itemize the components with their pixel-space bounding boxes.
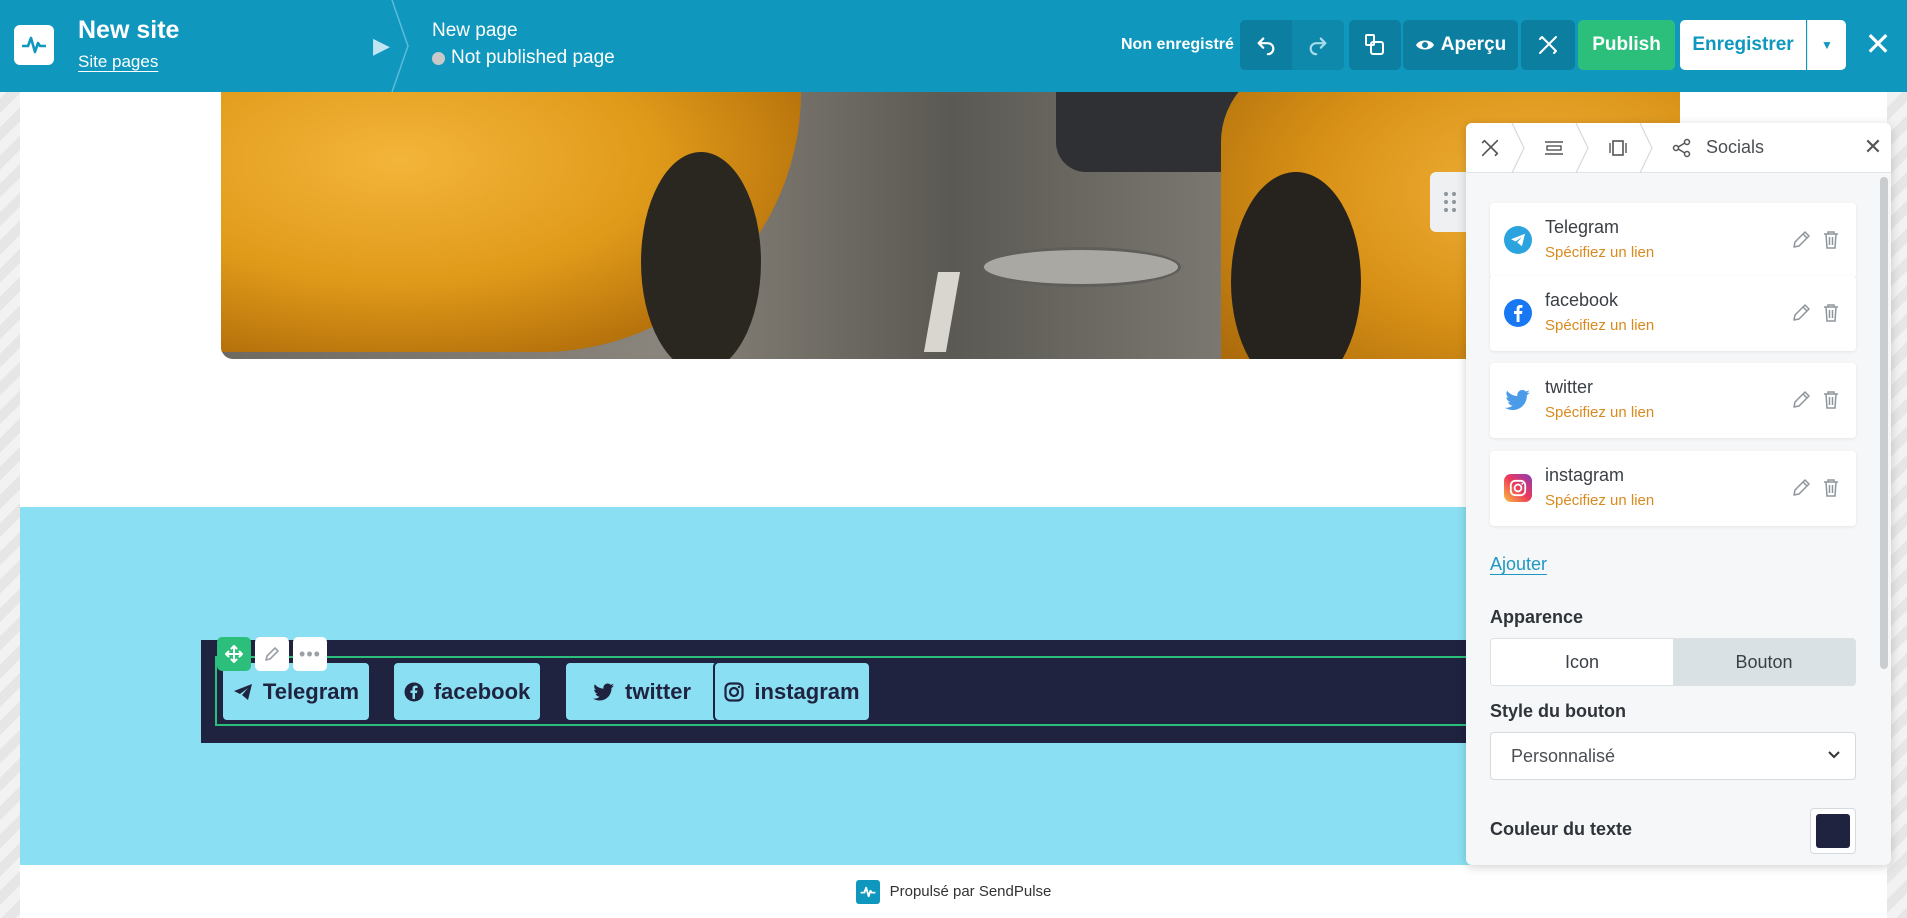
page-status: Not published page	[432, 47, 615, 69]
trash-icon[interactable]	[1820, 477, 1842, 499]
preview-button[interactable]: Aperçu	[1403, 20, 1518, 70]
social-button-facebook[interactable]: facebook	[392, 661, 542, 722]
social-button-twitter[interactable]: twitter	[564, 661, 720, 722]
telegram-icon	[1504, 226, 1532, 254]
social-item-name: Telegram	[1545, 217, 1620, 237]
redo-button[interactable]	[1292, 20, 1344, 70]
sendpulse-logo-icon[interactable]	[14, 25, 54, 65]
edit-icon[interactable]	[1790, 229, 1812, 251]
breadcrumb-divider	[391, 0, 409, 92]
eye-icon	[1415, 40, 1434, 50]
socials-settings-panel: Socials ✕ Telegram Spécifiez un lien fac…	[1466, 123, 1891, 865]
pencil-icon	[265, 647, 279, 661]
trash-icon[interactable]	[1820, 302, 1842, 324]
save-button[interactable]: Enregistrer	[1680, 20, 1806, 70]
edit-block-button[interactable]	[255, 637, 289, 671]
block-icon[interactable]	[1606, 136, 1630, 160]
trash-icon[interactable]	[1820, 229, 1842, 251]
social-item-link-hint: Spécifiez un lien	[1545, 492, 1655, 509]
social-item-link-hint: Spécifiez un lien	[1545, 244, 1655, 261]
move-block-button[interactable]	[217, 637, 251, 671]
section-icon[interactable]	[1542, 136, 1566, 160]
text-color-label: Couleur du texte	[1490, 819, 1633, 839]
move-icon	[225, 645, 243, 663]
button-style-select[interactable]: Personnalisé	[1490, 732, 1856, 780]
appearance-option-button[interactable]: Bouton	[1673, 639, 1855, 685]
top-bar: New site Site pages ▶ New page Not publi…	[0, 0, 1907, 92]
button-style-value: Personnalisé	[1511, 745, 1616, 766]
page-status-text: Not published page	[451, 47, 615, 68]
appearance-label: Apparence	[1490, 607, 1584, 627]
social-item-telegram[interactable]: Telegram Spécifiez un lien	[1490, 203, 1856, 278]
appearance-option-icon[interactable]: Icon	[1491, 639, 1673, 685]
edit-icon[interactable]	[1790, 477, 1812, 499]
more-dots-icon: •••	[299, 643, 321, 664]
trash-icon[interactable]	[1820, 389, 1842, 411]
social-button-instagram[interactable]: instagram	[713, 661, 871, 722]
close-panel-button[interactable]: ✕	[1861, 135, 1885, 159]
save-options-dropdown[interactable]: ▼	[1807, 20, 1846, 70]
layers-icon	[1365, 34, 1384, 55]
design-tools-button[interactable]	[1521, 20, 1575, 70]
design-tools-icon[interactable]	[1478, 136, 1502, 160]
chevron-down-icon	[1827, 747, 1841, 764]
caret-down-icon: ▼	[1821, 38, 1833, 52]
social-item-instagram[interactable]: instagram Spécifiez un lien	[1490, 451, 1856, 526]
sendpulse-footer-logo-icon	[855, 879, 880, 904]
undo-icon	[1257, 37, 1275, 56]
instagram-icon	[1504, 474, 1532, 502]
publish-button[interactable]: Publish	[1578, 20, 1675, 70]
twitter-icon	[1504, 386, 1532, 414]
social-item-link-hint: Spécifiez un lien	[1545, 317, 1655, 334]
page-footer: Propulsé par SendPulse	[20, 865, 1887, 918]
panel-title: Socials	[1706, 137, 1765, 157]
edit-icon[interactable]	[1790, 302, 1812, 324]
close-editor-button[interactable]: ✕	[1860, 22, 1896, 66]
text-color-picker[interactable]	[1810, 808, 1856, 854]
edit-icon[interactable]	[1790, 389, 1812, 411]
panel-drag-handle[interactable]	[1430, 172, 1470, 232]
social-item-facebook[interactable]: facebook Spécifiez un lien	[1490, 276, 1856, 351]
social-item-link-hint: Spécifiez un lien	[1545, 404, 1655, 421]
more-options-button[interactable]: •••	[293, 637, 327, 671]
layers-button[interactable]	[1349, 20, 1401, 70]
social-item-name: twitter	[1545, 377, 1594, 397]
appearance-toggle: Icon Bouton	[1490, 638, 1856, 686]
text-color-swatch	[1816, 814, 1850, 848]
panel-scrollbar[interactable]	[1880, 177, 1888, 669]
twitter-icon	[593, 683, 614, 700]
site-title: New site	[78, 16, 180, 44]
footer-text[interactable]: Propulsé par SendPulse	[890, 883, 1052, 900]
status-dot-icon	[432, 51, 445, 65]
facebook-icon	[404, 682, 424, 701]
share-icon	[1670, 136, 1694, 160]
page-title: New page	[432, 20, 518, 41]
site-pages-link[interactable]: Site pages	[78, 52, 158, 72]
instagram-icon	[724, 681, 745, 702]
drag-dots-icon	[1444, 192, 1456, 212]
add-social-link[interactable]: Ajouter	[1490, 554, 1547, 575]
social-item-twitter[interactable]: twitter Spécifiez un lien	[1490, 363, 1856, 438]
save-status: Non enregistré	[1121, 36, 1234, 53]
redo-icon	[1309, 37, 1327, 56]
social-item-name: facebook	[1545, 290, 1619, 310]
button-style-label: Style du bouton	[1490, 701, 1626, 721]
facebook-icon	[1504, 299, 1532, 327]
block-toolbar: •••	[217, 637, 327, 671]
preview-label: Aperçu	[1440, 34, 1507, 55]
pencil-ruler-icon	[1539, 36, 1557, 54]
undo-button[interactable]	[1240, 20, 1292, 70]
chevron-right-icon: ▶	[373, 33, 390, 58]
social-item-name: instagram	[1545, 465, 1625, 485]
panel-breadcrumb: Socials ✕	[1466, 123, 1891, 173]
telegram-icon	[233, 683, 252, 700]
